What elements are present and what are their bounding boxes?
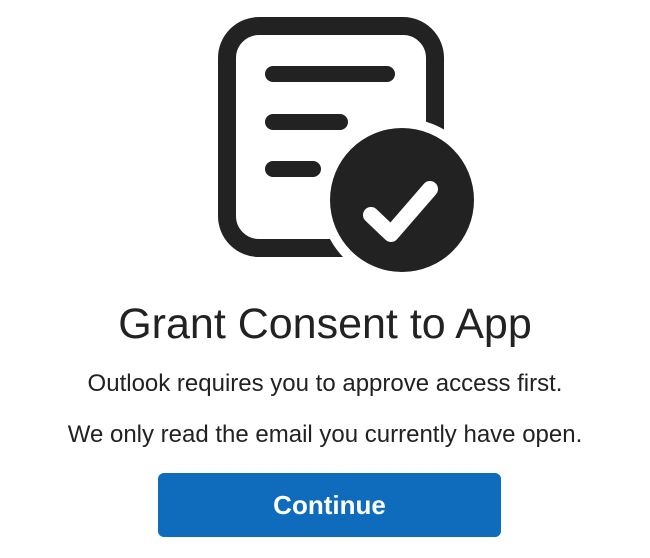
dialog-message-line-1: Outlook requires you to approve access f… (87, 370, 563, 397)
checkmark-badge-icon (330, 128, 474, 272)
consent-dialog: Grant Consent to App Outlook requires yo… (0, 0, 650, 558)
continue-button[interactable]: Continue (158, 473, 501, 537)
dialog-title: Grant Consent to App (118, 300, 532, 348)
document-checkmark-icon (210, 12, 490, 282)
dialog-message-line-2: We only read the email you currently hav… (67, 421, 583, 448)
